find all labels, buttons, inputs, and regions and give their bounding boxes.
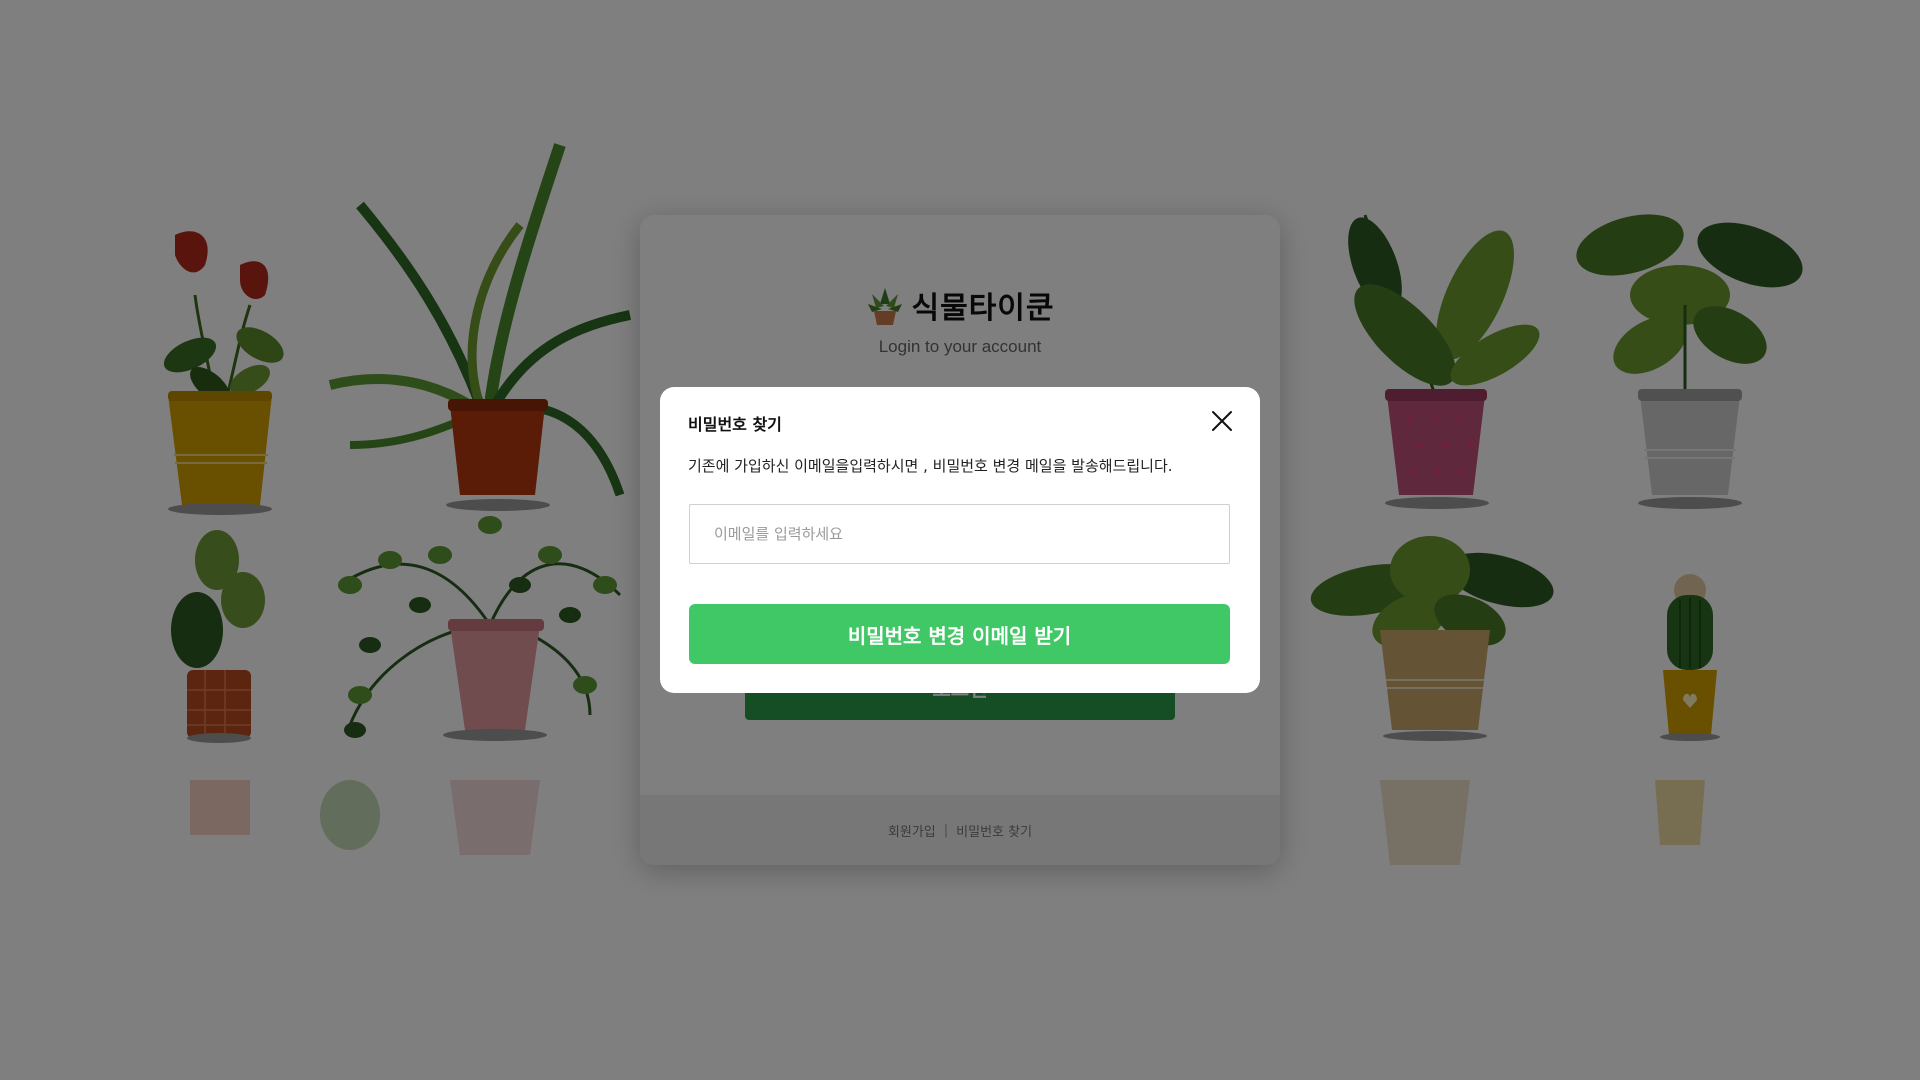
email-input[interactable] [689, 504, 1230, 564]
close-icon[interactable] [1210, 409, 1234, 433]
modal-title: 비밀번호 찾기 [688, 415, 782, 434]
modal-description: 기존에 가입하신 이메일을입력하시면 , 비밀번호 변경 메일을 발송해드립니다… [688, 457, 1173, 475]
send-reset-email-button[interactable]: 비밀번호 변경 이메일 받기 [689, 604, 1230, 664]
find-password-modal: 비밀번호 찾기 기존에 가입하신 이메일을입력하시면 , 비밀번호 변경 메일을… [660, 387, 1260, 693]
